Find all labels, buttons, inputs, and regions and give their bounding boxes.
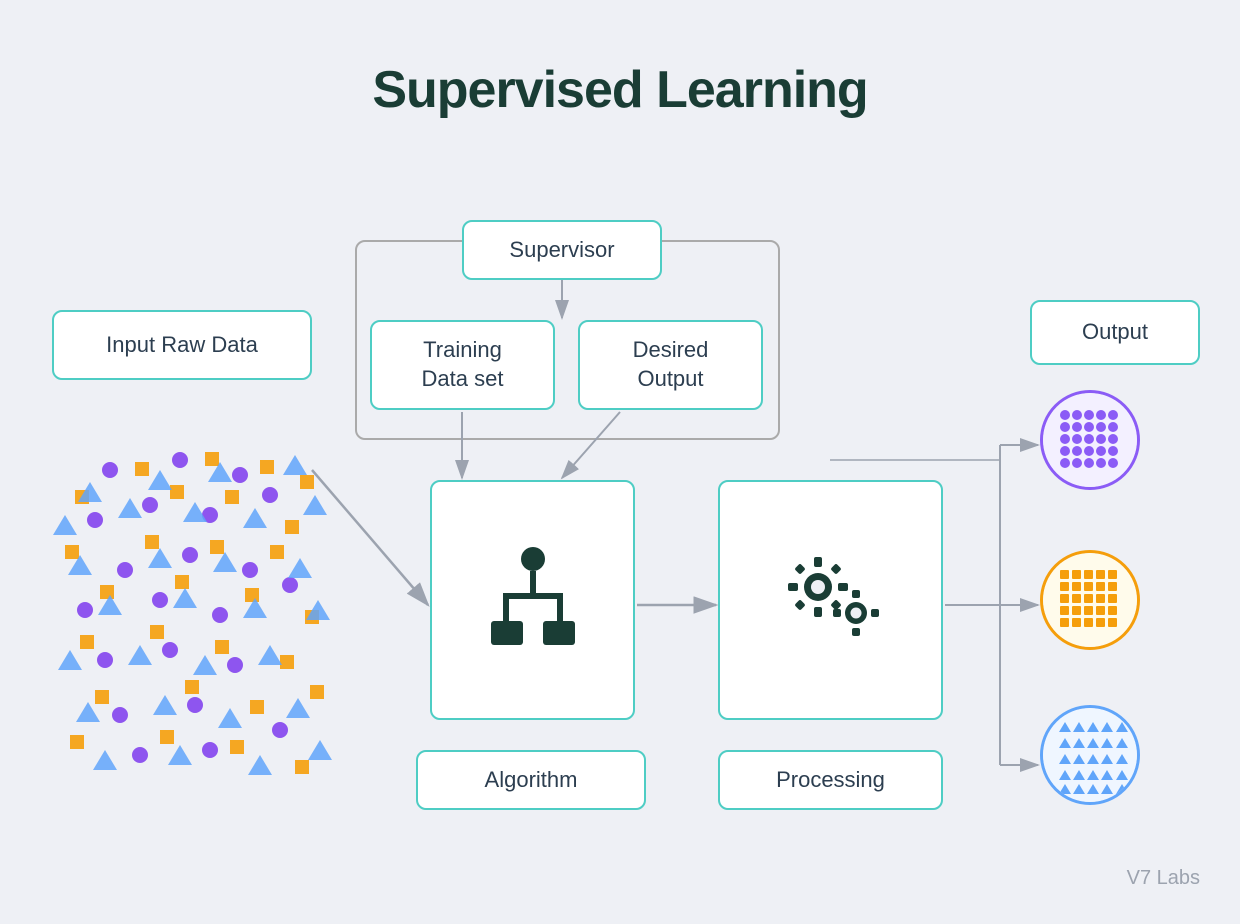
output-circle-purple-svg xyxy=(1043,393,1137,487)
output-circle-orange xyxy=(1040,550,1140,650)
output-label: Output xyxy=(1082,318,1148,347)
scatter-svg xyxy=(50,440,340,800)
output-box: Output xyxy=(1030,300,1200,365)
supervisor-box: Supervisor xyxy=(462,220,662,280)
processing-box xyxy=(718,480,943,720)
watermark: V7 Labs xyxy=(1127,867,1200,890)
algorithm-icon xyxy=(483,545,583,655)
diagram-area: Input Raw Data Supervisor Training Data … xyxy=(0,160,1240,920)
processing-label: Processing xyxy=(776,766,885,795)
output-circle-blue xyxy=(1040,705,1140,805)
training-dataset-label: Training Data set xyxy=(422,336,504,393)
output-circle-purple xyxy=(1040,390,1140,490)
scatter-plot xyxy=(50,440,340,800)
output-circle-orange-svg xyxy=(1043,553,1137,647)
algorithm-box xyxy=(430,480,635,720)
processing-icon xyxy=(776,550,886,650)
input-raw-data-label: Input Raw Data xyxy=(106,331,258,360)
desired-output-box: Desired Output xyxy=(578,320,763,410)
input-raw-data-box: Input Raw Data xyxy=(52,310,312,380)
training-dataset-box: Training Data set xyxy=(370,320,555,410)
processing-label-box: Processing xyxy=(718,750,943,810)
page-title: Supervised Learning xyxy=(0,0,1240,120)
supervisor-label: Supervisor xyxy=(509,236,614,265)
algorithm-label: Algorithm xyxy=(485,766,578,795)
desired-output-label: Desired Output xyxy=(633,336,709,393)
algorithm-label-box: Algorithm xyxy=(416,750,646,810)
output-circle-blue-svg xyxy=(1043,708,1137,802)
